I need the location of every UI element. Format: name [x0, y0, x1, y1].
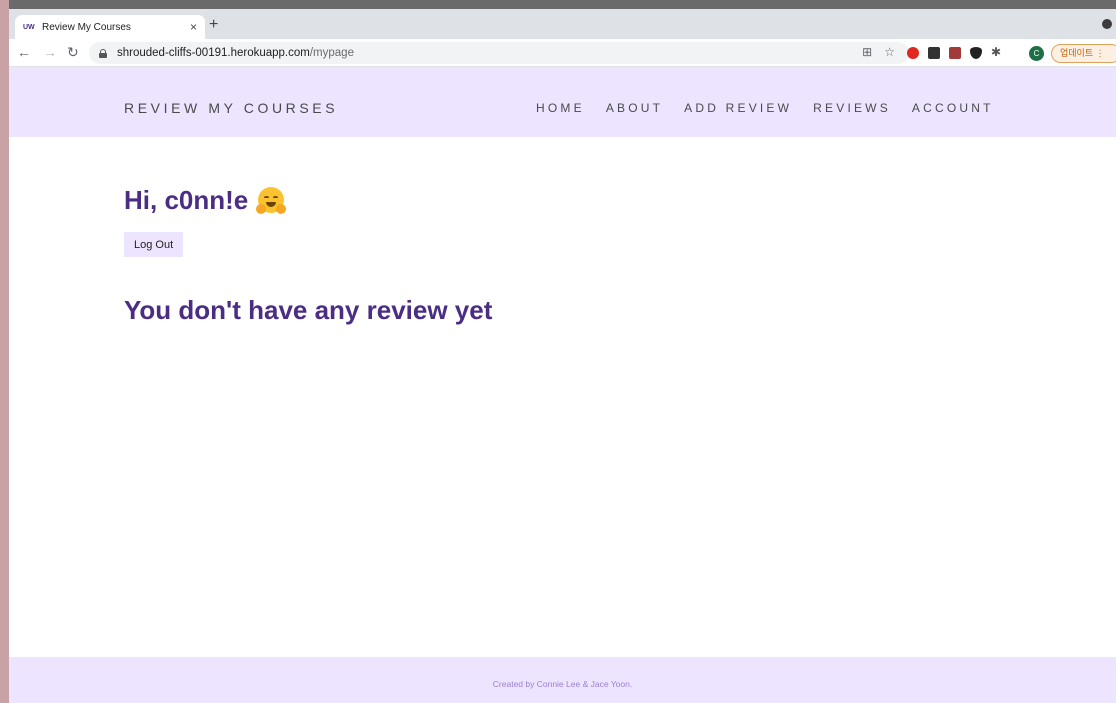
- site-brand[interactable]: REVIEW MY COURSES: [124, 100, 338, 116]
- tab-search-icon[interactable]: [1102, 19, 1112, 29]
- tab-title: Review My Courses: [42, 21, 131, 33]
- nav-home[interactable]: HOME: [536, 101, 585, 115]
- browser-tab[interactable]: UW Review My Courses ×: [15, 15, 205, 39]
- nav-reviews[interactable]: REVIEWS: [813, 101, 891, 115]
- page-greeting: Hi, c0nn!e: [124, 185, 287, 216]
- browser-window: UW Review My Courses × + ← → ↻ shrouded-…: [9, 9, 1116, 703]
- url-path: /mypage: [309, 47, 354, 59]
- back-arrow-icon[interactable]: ←: [17, 44, 31, 60]
- translate-icon[interactable]: ⊞: [862, 45, 872, 59]
- tab-strip: UW Review My Courses × +: [9, 9, 1116, 39]
- web-page: REVIEW MY COURSES HOME ABOUT ADD REVIEW …: [9, 67, 1116, 703]
- tab-close-icon[interactable]: ×: [190, 20, 197, 34]
- greeting-text: Hi, c0nn!e: [124, 185, 249, 215]
- logout-button[interactable]: Log Out: [124, 232, 184, 257]
- uw-favicon-icon: UW: [23, 23, 35, 31]
- update-button[interactable]: 업데이트 ⋮: [1051, 44, 1116, 63]
- nav-add-review[interactable]: ADD REVIEW: [684, 101, 792, 115]
- extension-icon[interactable]: [928, 47, 940, 59]
- nav-account[interactable]: ACCOUNT: [912, 101, 994, 115]
- shield-extension-icon[interactable]: [970, 47, 982, 59]
- browser-toolbar: ← → ↻ shrouded-cliffs-00191.herokuapp.co…: [9, 39, 1116, 67]
- lock-icon: [99, 48, 107, 58]
- desktop-background-left: [0, 0, 9, 703]
- desktop-background: [0, 0, 1116, 9]
- reload-icon[interactable]: ↻: [67, 44, 79, 60]
- hugging-face-icon: [256, 186, 287, 215]
- new-tab-button[interactable]: +: [209, 15, 218, 35]
- opera-extension-icon[interactable]: [907, 47, 919, 59]
- site-footer: Created by Connie Lee & Jace Yoon.: [9, 657, 1116, 703]
- extensions-puzzle-icon[interactable]: ✱: [991, 45, 1003, 59]
- footer-credit: Created by Connie Lee & Jace Yoon.: [492, 679, 633, 689]
- address-bar[interactable]: shrouded-cliffs-00191.herokuapp.com/mypa…: [89, 42, 909, 64]
- bookmark-star-icon[interactable]: ☆: [884, 45, 895, 59]
- url-host: shrouded-cliffs-00191.herokuapp.com: [117, 47, 310, 59]
- extension-icon[interactable]: [949, 47, 961, 59]
- site-header: REVIEW MY COURSES HOME ABOUT ADD REVIEW …: [9, 67, 1116, 137]
- nav-about[interactable]: ABOUT: [606, 101, 663, 115]
- profile-avatar[interactable]: C: [1029, 46, 1044, 61]
- empty-reviews-message: You don't have any review yet: [124, 295, 493, 325]
- update-label: 업데이트: [1060, 48, 1094, 58]
- forward-arrow-icon[interactable]: →: [43, 44, 57, 60]
- site-nav: HOME ABOUT ADD REVIEW REVIEWS ACCOUNT: [536, 101, 1015, 115]
